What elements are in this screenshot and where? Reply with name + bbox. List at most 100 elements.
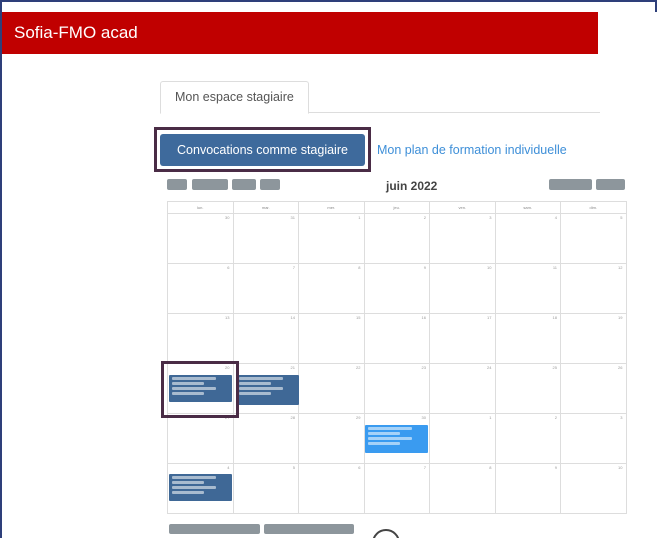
calendar-day-cell[interactable]: 7	[233, 264, 299, 314]
bottom-button-2[interactable]	[264, 524, 354, 534]
calendar-event[interactable]	[236, 375, 299, 405]
day-number: 22	[356, 365, 361, 370]
calendar-day-cell[interactable]: 6	[299, 464, 365, 514]
calendar-grid: lun. mar. mer. jeu. ven. sam. dim. 30 31 1 2 3 4 5 6 7 8…	[167, 201, 627, 514]
calendar-day-cell[interactable]: 1	[430, 414, 496, 464]
calendar-day-cell[interactable]: 10	[430, 264, 496, 314]
calendar-day-cell[interactable]: 30	[168, 214, 234, 264]
calendar-day-cell[interactable]: 26	[561, 364, 627, 414]
calendar-day-cell[interactable]: 22	[299, 364, 365, 414]
bottom-button-1[interactable]	[169, 524, 260, 534]
frame-border-top	[0, 0, 657, 2]
calendar-day-cell[interactable]: 7	[364, 464, 430, 514]
calendar-day-cell[interactable]: 23	[364, 364, 430, 414]
calendar-day-cell[interactable]: 11	[495, 264, 561, 314]
tab-bar: Mon espace stagiaire	[160, 81, 600, 114]
calendar-day-cell[interactable]: 25	[495, 364, 561, 414]
event-text-line	[368, 432, 400, 435]
day-number: 9	[423, 265, 426, 270]
calendar-day-cell[interactable]: 12	[561, 264, 627, 314]
calendar-day-cell[interactable]: 3	[430, 214, 496, 264]
calendar-day-cell[interactable]: 27	[168, 414, 234, 464]
calendar-event[interactable]	[365, 425, 428, 453]
day-number: 16	[421, 315, 426, 320]
calendar-toolbar-button-1[interactable]	[167, 179, 187, 190]
day-number: 12	[618, 265, 623, 270]
calendar-day-cell[interactable]: 28	[233, 414, 299, 464]
calendar-day-cell[interactable]: 5	[561, 214, 627, 264]
day-number: 7	[423, 465, 426, 470]
calendar-day-cell[interactable]: 14	[233, 314, 299, 364]
day-number: 17	[487, 315, 492, 320]
day-number: 29	[356, 415, 361, 420]
day-number: 5	[620, 215, 623, 220]
plan-formation-link[interactable]: Mon plan de formation individuelle	[377, 143, 567, 157]
day-number: 13	[225, 315, 230, 320]
day-number: 3	[620, 415, 623, 420]
day-number: 4	[554, 215, 557, 220]
convocations-button[interactable]: Convocations comme stagiaire	[160, 134, 365, 166]
tab-mon-espace-stagiaire[interactable]: Mon espace stagiaire	[160, 81, 309, 114]
weekday-header: lun.	[168, 202, 234, 214]
calendar-day-cell[interactable]: 16	[364, 314, 430, 364]
day-number: 26	[618, 365, 623, 370]
day-number: 30	[225, 215, 230, 220]
event-text-line	[368, 427, 413, 430]
calendar-day-cell[interactable]: 6	[168, 264, 234, 314]
day-number: 14	[290, 315, 295, 320]
day-number: 23	[421, 365, 426, 370]
event-text-line	[172, 476, 217, 479]
calendar-day-cell[interactable]: 17	[430, 314, 496, 364]
day-number: 4	[227, 465, 230, 470]
event-text-line	[239, 382, 271, 385]
calendar-day-cell[interactable]: 3	[561, 414, 627, 464]
day-number: 2	[423, 215, 426, 220]
calendar-day-cell[interactable]: 9	[495, 464, 561, 514]
calendar-toolbar-button-3[interactable]	[232, 179, 256, 190]
day-number: 30	[421, 415, 426, 420]
day-number: 3	[489, 215, 492, 220]
calendar-event[interactable]	[169, 474, 232, 501]
day-number: 7	[292, 265, 295, 270]
calendar-day-cell[interactable]: 19	[561, 314, 627, 364]
event-text-line	[239, 377, 284, 380]
event-text-line	[368, 437, 413, 440]
day-number: 5	[292, 465, 295, 470]
event-text-line	[172, 481, 204, 484]
event-text-line	[368, 442, 400, 445]
calendar-day-cell[interactable]: 13	[168, 314, 234, 364]
calendar-day-cell[interactable]: 29	[299, 414, 365, 464]
calendar-day-cell[interactable]: 2	[364, 214, 430, 264]
day-number: 10	[487, 265, 492, 270]
calendar-day-cell[interactable]: 9	[364, 264, 430, 314]
calendar-day-cell[interactable]: 1	[299, 214, 365, 264]
calendar-day-cell[interactable]: 2	[495, 414, 561, 464]
calendar-prev-next-button[interactable]	[596, 179, 625, 190]
calendar-day-cell[interactable]: 15	[299, 314, 365, 364]
day-number: 8	[358, 265, 361, 270]
day-number: 8	[489, 465, 492, 470]
day-number: 2	[554, 415, 557, 420]
calendar-day-cell[interactable]: 10	[561, 464, 627, 514]
day-number: 10	[618, 465, 623, 470]
calendar-day-cell[interactable]: 8	[299, 264, 365, 314]
event-text-line	[172, 486, 217, 489]
day-number: 1	[358, 215, 361, 220]
calendar-day-cell[interactable]: 31	[233, 214, 299, 264]
day-number: 15	[356, 315, 361, 320]
day-number: 18	[552, 315, 557, 320]
app-header: Sofia-FMO acad	[2, 12, 598, 54]
calendar-day-cell[interactable]: 8	[430, 464, 496, 514]
calendar-toolbar-button-4[interactable]	[260, 179, 280, 190]
calendar-today-button[interactable]	[549, 179, 592, 190]
app-title[interactable]: Sofia-FMO acad	[14, 23, 138, 43]
day-number: 21	[290, 365, 295, 370]
calendar-day-cell[interactable]: 4	[495, 214, 561, 264]
calendar-day-cell[interactable]: 5	[233, 464, 299, 514]
frame-border-left	[0, 0, 2, 538]
calendar-day-cell[interactable]: 24	[430, 364, 496, 414]
day-number: 25	[552, 365, 557, 370]
day-number: 6	[227, 265, 230, 270]
calendar-toolbar-button-2[interactable]	[192, 179, 228, 190]
calendar-day-cell[interactable]: 18	[495, 314, 561, 364]
